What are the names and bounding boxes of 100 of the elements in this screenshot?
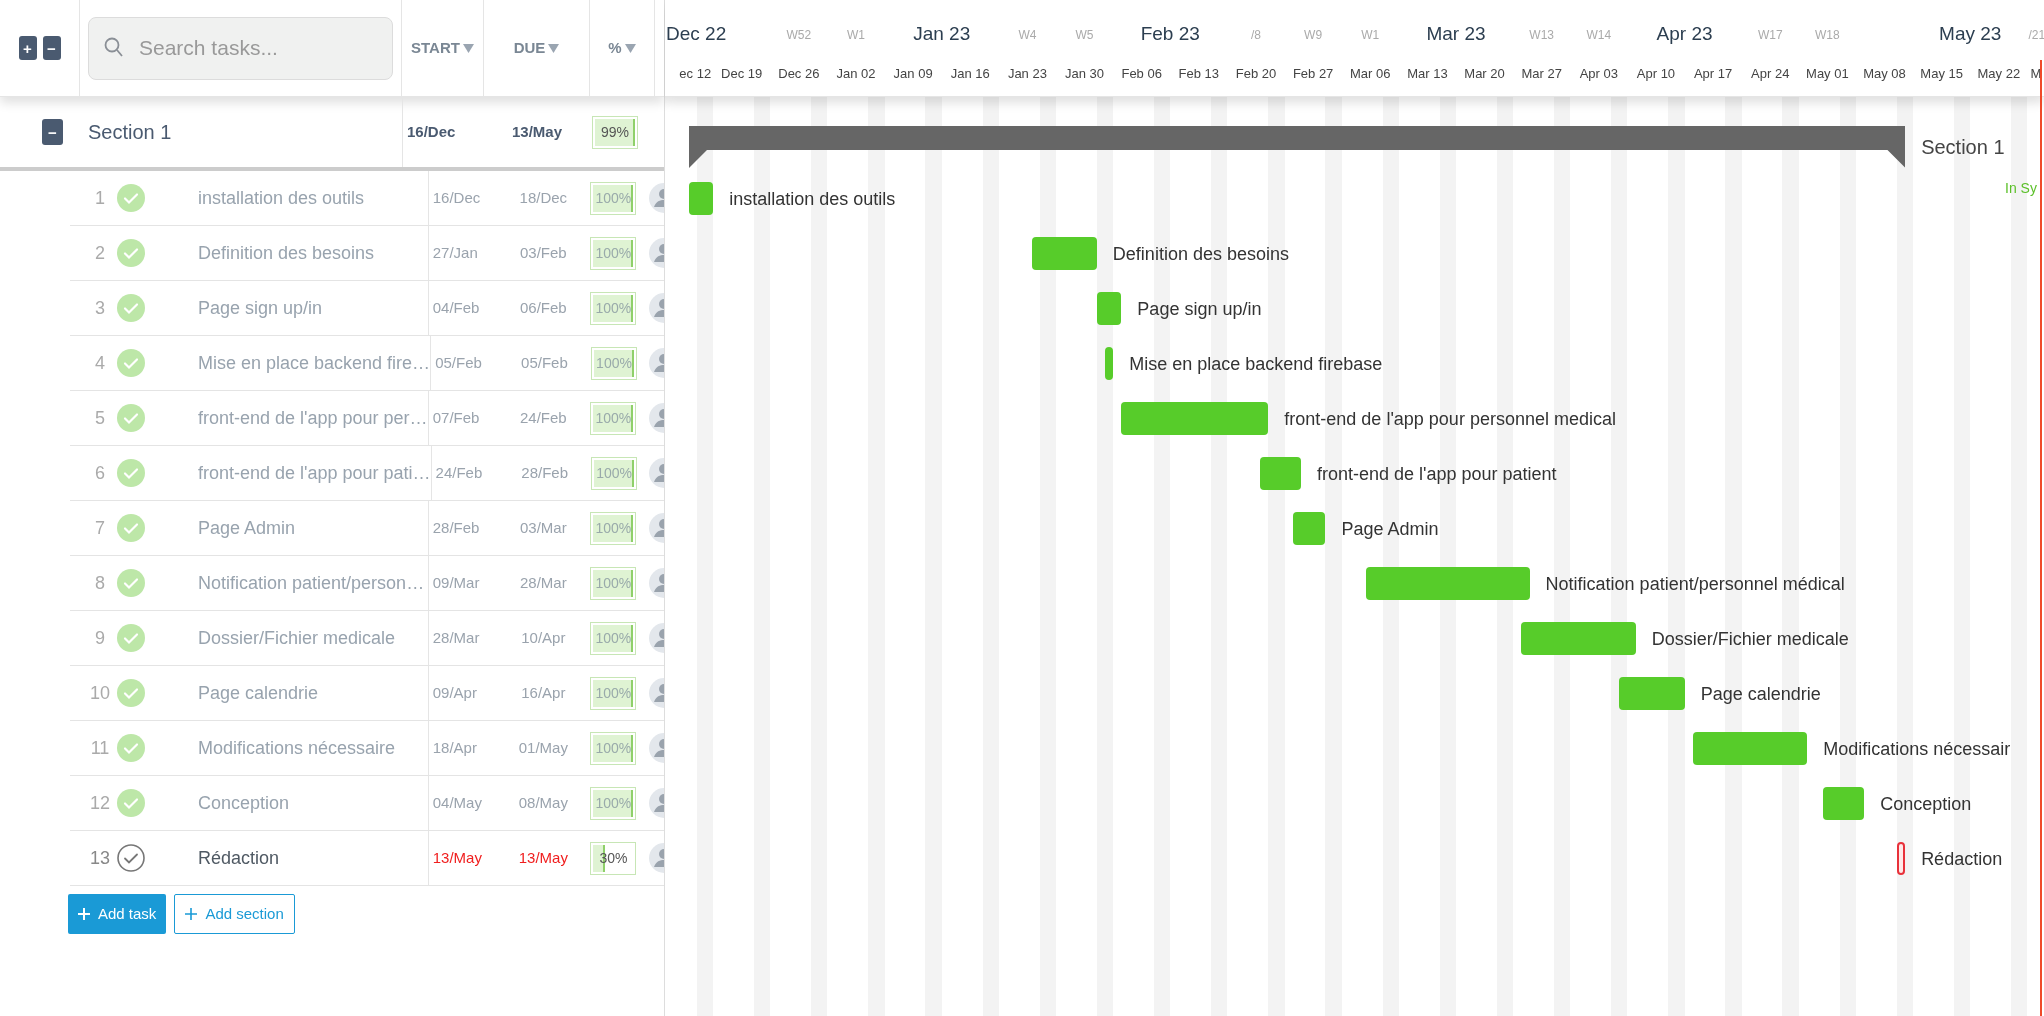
add-section-button[interactable]: Add section [174, 894, 295, 934]
week-date: Dec 26 [777, 65, 821, 83]
due-date: 13/May [518, 847, 568, 868]
week-date: May 01 [1805, 65, 1850, 83]
plus-icon [185, 908, 198, 920]
task-name[interactable]: Dossier/Fichier medicale [198, 624, 396, 652]
task-name[interactable]: Page sign up/in [198, 294, 323, 322]
sort-caret-icon[interactable] [624, 43, 636, 53]
week-date: Jan 16 [949, 65, 991, 83]
due-date: 28/Mar [519, 572, 567, 593]
start-date: 28/Feb [432, 517, 480, 538]
task-name[interactable]: Notification patient/person… [198, 569, 425, 597]
check-circle-icon[interactable] [116, 293, 146, 323]
search-icon [104, 36, 124, 59]
check-circle-icon[interactable] [116, 568, 146, 598]
progress-text: 100% [595, 738, 632, 758]
task-bar[interactable] [1096, 292, 1122, 325]
task-name[interactable]: installation des outils [198, 184, 365, 212]
check-circle-icon[interactable] [116, 238, 146, 268]
week-number: W13 [1528, 27, 1555, 44]
section-title: Section 1 [88, 121, 172, 143]
week-date: Feb 13 [1177, 65, 1221, 83]
due-date: 28/Feb [521, 462, 568, 483]
progress-text: 100% [596, 353, 632, 373]
due-date: 03/Mar [519, 517, 567, 538]
task-bar-label: Page Admin [1341, 518, 1439, 541]
check-circle-icon[interactable] [116, 623, 146, 653]
due-date: 16/Apr [521, 682, 566, 703]
task-bar-label: front-end de l'app pour personnel medical [1284, 408, 1616, 431]
check-circle-icon[interactable] [116, 678, 146, 708]
section-label: Section 1 [1921, 135, 2005, 160]
row-number: 1 [94, 186, 106, 210]
section-collapse-button[interactable]: − [42, 119, 63, 145]
start-date: 05/Feb [435, 352, 482, 373]
progress-text: 100% [595, 188, 632, 208]
task-bar[interactable] [688, 182, 714, 215]
week-date: Jan 09 [892, 65, 934, 83]
week-date: M [2030, 65, 2042, 83]
check-circle-icon[interactable] [116, 733, 146, 763]
task-name[interactable]: Page calendrie [198, 679, 319, 707]
search-field[interactable]: Search tasks... [88, 16, 393, 80]
task-bar-label: Page calendrie [1700, 683, 1821, 706]
check-circle-icon[interactable] [116, 183, 146, 213]
task-bar[interactable] [1105, 347, 1114, 380]
check-circle-icon[interactable] [116, 513, 146, 543]
task-bar-label: Conception [1880, 793, 1972, 816]
task-name[interactable]: Page Admin [198, 514, 296, 542]
check-circle-icon[interactable] [116, 788, 146, 818]
week-number: W4 [1017, 27, 1038, 44]
task-bar[interactable] [1823, 787, 1865, 820]
week-date: Jan 23 [1006, 65, 1048, 83]
month-label: May 23 [1939, 22, 2002, 46]
task-bar-label: front-end de l'app pour patient [1316, 463, 1557, 486]
sort-caret-icon[interactable] [462, 43, 474, 53]
check-circle-icon[interactable] [116, 843, 146, 873]
sort-caret-icon[interactable] [548, 43, 560, 53]
start-date: 07/Feb [432, 407, 480, 428]
check-circle-icon[interactable] [116, 348, 146, 378]
task-name[interactable]: front-end de l'app pour per… [198, 404, 428, 432]
column-header[interactable]: % [608, 36, 622, 60]
week-number: W52 [785, 27, 813, 44]
column-header[interactable]: DUE [513, 36, 546, 60]
week-number: /21 [2028, 27, 2044, 44]
row-number: 10 [89, 681, 111, 705]
expand-all-button[interactable]: + [18, 36, 37, 60]
start-date: 28/Mar [432, 627, 480, 648]
week-number: W9 [1303, 27, 1324, 44]
task-name[interactable]: Definition des besoins [198, 239, 375, 267]
add-task-button[interactable]: Add task [68, 894, 167, 934]
due-date: 13/May [511, 121, 562, 142]
task-name[interactable]: Mise en place backend fire… [198, 349, 431, 377]
progress-text: 100% [595, 793, 632, 813]
start-date: 09/Apr [432, 682, 477, 703]
sync-status: In Sy [2005, 179, 2037, 198]
week-date: Feb 20 [1234, 65, 1278, 83]
progress-text: 100% [595, 518, 632, 538]
task-name[interactable]: Conception [198, 789, 290, 817]
check-circle-icon[interactable] [116, 458, 146, 488]
due-date: 03/Feb [519, 242, 567, 263]
task-name[interactable]: Modifications nécessaire [198, 734, 396, 762]
due-date: 08/May [518, 792, 568, 813]
row-number: 12 [89, 791, 111, 815]
section-bar[interactable] [688, 126, 1906, 168]
task-name[interactable]: Rédaction [198, 844, 280, 872]
month-label: Dec 22 [666, 22, 727, 46]
row-number: 8 [94, 571, 106, 595]
week-number: W18 [1814, 27, 1841, 44]
task-bar[interactable] [1896, 842, 1906, 875]
check-circle-icon[interactable] [116, 403, 146, 433]
row-number: 5 [94, 406, 106, 430]
task-bar-label: Definition des besoins [1112, 243, 1289, 266]
column-header[interactable]: START [411, 36, 460, 60]
row-number: 11 [89, 736, 111, 760]
progress-text: 100% [596, 463, 633, 483]
collapse-all-button[interactable]: − [42, 36, 61, 60]
task-bar[interactable] [1292, 512, 1326, 545]
plus-icon [78, 908, 90, 920]
due-date: 24/Feb [519, 407, 567, 428]
task-name[interactable]: front-end de l'app pour pati… [198, 459, 431, 487]
start-date: 16/Dec [432, 187, 481, 208]
